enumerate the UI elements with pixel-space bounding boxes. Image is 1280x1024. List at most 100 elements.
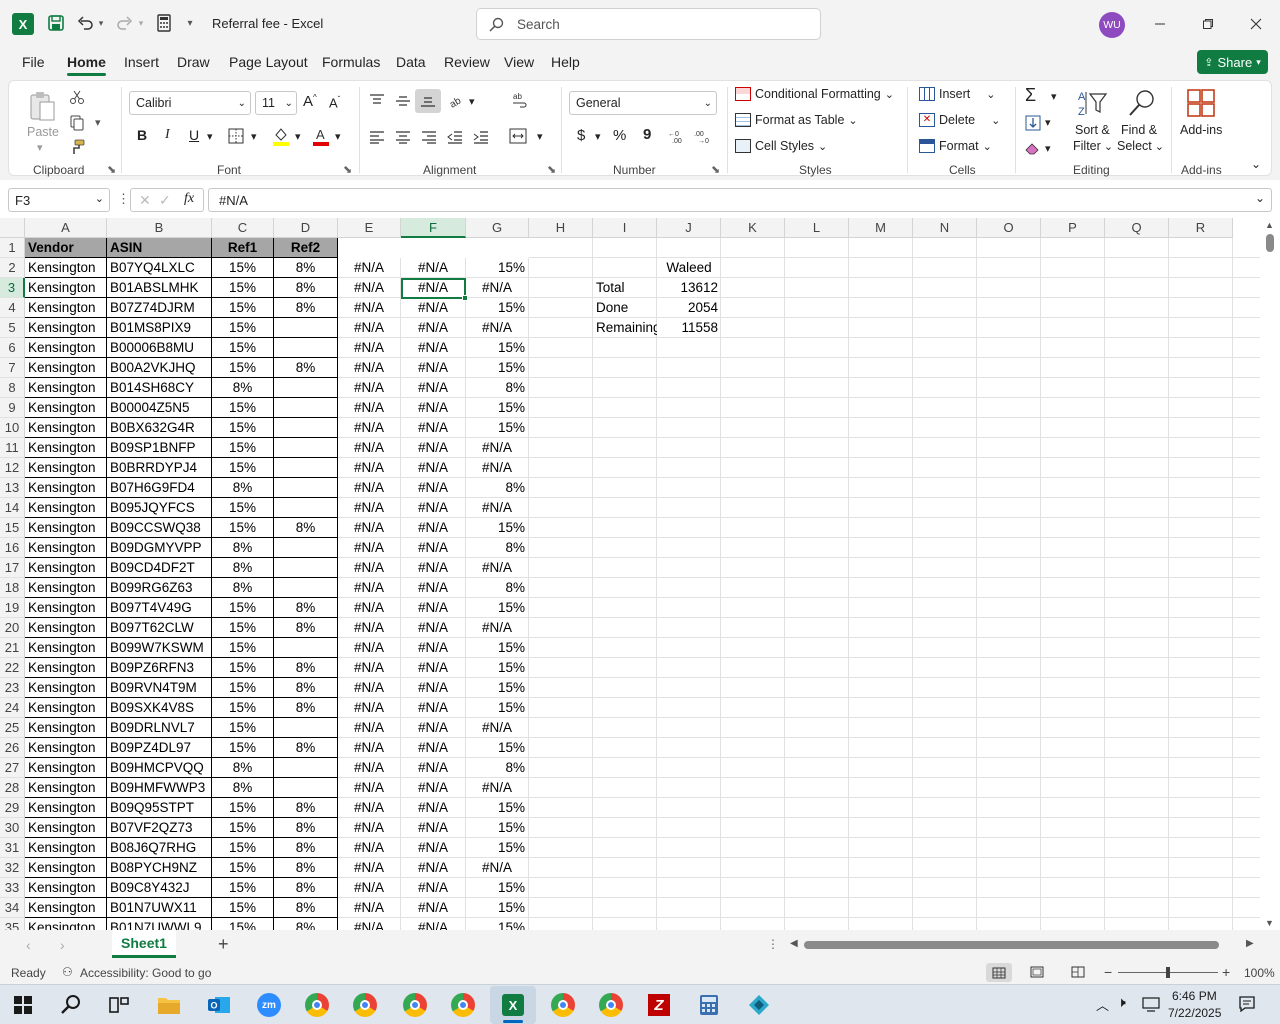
- cell-c[interactable]: 15%: [212, 738, 274, 758]
- cell-d[interactable]: [274, 558, 338, 578]
- cell-d[interactable]: 8%: [274, 838, 338, 858]
- cell-c[interactable]: 15%: [212, 658, 274, 678]
- tab-page-layout[interactable]: Page Layout: [229, 54, 308, 70]
- row-header[interactable]: 14: [0, 498, 25, 518]
- cell-e[interactable]: #N/A: [338, 338, 401, 358]
- next-sheet-icon[interactable]: ›: [60, 937, 65, 953]
- summary-total-label[interactable]: Total: [593, 278, 657, 298]
- name-box[interactable]: F3 ⌄: [8, 188, 110, 212]
- cell-d[interactable]: 8%: [274, 278, 338, 298]
- fill-color-icon[interactable]: [271, 125, 291, 147]
- cell-a[interactable]: Kensington: [25, 298, 107, 318]
- find-select-label-1[interactable]: Find &: [1121, 123, 1157, 137]
- column-header-j[interactable]: J: [657, 218, 721, 238]
- row-header[interactable]: 35: [0, 918, 25, 930]
- cell-a[interactable]: Kensington: [25, 778, 107, 798]
- cell-g[interactable]: #N/A: [466, 278, 529, 298]
- cell-f[interactable]: #N/A: [401, 458, 466, 478]
- align-center-icon[interactable]: [393, 127, 413, 147]
- cell-a[interactable]: Kensington: [25, 898, 107, 918]
- cell-e[interactable]: #N/A: [338, 278, 401, 298]
- cell-a[interactable]: Kensington: [25, 878, 107, 898]
- cell-a[interactable]: Kensington: [25, 498, 107, 518]
- cell-g[interactable]: 15%: [466, 738, 529, 758]
- restore-icon[interactable]: [1190, 12, 1226, 36]
- cell-g[interactable]: 15%: [466, 798, 529, 818]
- merge-dropdown-icon[interactable]: ▾: [537, 130, 543, 143]
- cell-b[interactable]: B0BRRDYPJ4: [107, 458, 212, 478]
- column-header-f[interactable]: F: [401, 218, 466, 238]
- add-ins-icon[interactable]: [1185, 87, 1217, 119]
- worksheet-grid[interactable]: ABCDEFGHIJKLMNOPQR 1 2 3 4 5 6 7 8 9 10 11 12 13 14 15…: [0, 218, 1280, 930]
- cell-d[interactable]: [274, 378, 338, 398]
- cell-d[interactable]: [274, 418, 338, 438]
- summary-remaining-value[interactable]: 11558: [657, 318, 721, 338]
- cell-a[interactable]: Kensington: [25, 758, 107, 778]
- decrease-decimal-icon[interactable]: .00 →0: [693, 125, 715, 147]
- cell-e[interactable]: #N/A: [338, 398, 401, 418]
- cell-a[interactable]: Kensington: [25, 738, 107, 758]
- cell-e[interactable]: #N/A: [338, 658, 401, 678]
- cell-g[interactable]: 15%: [466, 338, 529, 358]
- fill-handle[interactable]: [462, 295, 468, 301]
- cell-f[interactable]: #N/A: [401, 698, 466, 718]
- row-header[interactable]: 9: [0, 398, 25, 418]
- cell-b[interactable]: B09CD4DF2T: [107, 558, 212, 578]
- comma-button[interactable]: 9: [643, 126, 651, 143]
- orientation-icon[interactable]: ab: [447, 91, 467, 111]
- undo-dropdown-icon[interactable]: ▾: [96, 15, 106, 31]
- row-header[interactable]: 19: [0, 598, 25, 618]
- row-header[interactable]: 29: [0, 798, 25, 818]
- cell-f[interactable]: #N/A: [401, 618, 466, 638]
- cell-d[interactable]: 8%: [274, 738, 338, 758]
- cell-b[interactable]: B07VF2QZ73: [107, 818, 212, 838]
- excel-taskbar-icon[interactable]: X: [490, 986, 536, 1024]
- align-bottom-icon[interactable]: [415, 89, 441, 113]
- add-ins-button-label[interactable]: Add-ins: [1180, 123, 1222, 137]
- cell-d[interactable]: 8%: [274, 858, 338, 878]
- cell-d[interactable]: 8%: [274, 618, 338, 638]
- prev-sheet-icon[interactable]: ‹: [26, 937, 31, 953]
- cell-f[interactable]: #N/A: [401, 538, 466, 558]
- cell-d[interactable]: [274, 538, 338, 558]
- sheet-tab-sheet1[interactable]: Sheet1: [112, 930, 176, 958]
- cell-c[interactable]: 15%: [212, 518, 274, 538]
- cell-b[interactable]: B08PYCH9NZ: [107, 858, 212, 878]
- cell-c[interactable]: 8%: [212, 578, 274, 598]
- cell-c[interactable]: 15%: [212, 858, 274, 878]
- column-header-m[interactable]: M: [849, 218, 913, 238]
- cell-d[interactable]: [274, 398, 338, 418]
- column-header-o[interactable]: O: [977, 218, 1041, 238]
- cell-f[interactable]: #N/A: [401, 338, 466, 358]
- cell-b[interactable]: B095JQYFCS: [107, 498, 212, 518]
- clock-time[interactable]: 6:46 PM: [1172, 989, 1217, 1003]
- cell-c[interactable]: 15%: [212, 358, 274, 378]
- cell-b[interactable]: B09Q95STPT: [107, 798, 212, 818]
- cell-c[interactable]: 8%: [212, 378, 274, 398]
- cell-e[interactable]: #N/A: [338, 438, 401, 458]
- cell-c[interactable]: 15%: [212, 458, 274, 478]
- cell-g[interactable]: #N/A: [466, 498, 529, 518]
- scroll-left-icon[interactable]: ◀: [790, 938, 798, 949]
- underline-button[interactable]: U: [189, 127, 199, 143]
- cell-f[interactable]: #N/A: [401, 918, 466, 930]
- cell-b[interactable]: B00A2VKJHQ: [107, 358, 212, 378]
- row-header[interactable]: 20: [0, 618, 25, 638]
- tab-help[interactable]: Help: [551, 54, 580, 70]
- align-left-icon[interactable]: [367, 127, 387, 147]
- cell-b[interactable]: B01ABSLMHK: [107, 278, 212, 298]
- cell-c[interactable]: 15%: [212, 418, 274, 438]
- cell-b[interactable]: B0BX632G4R: [107, 418, 212, 438]
- summary-done-label[interactable]: Done: [593, 298, 657, 318]
- bold-button[interactable]: B: [137, 127, 147, 143]
- tab-home[interactable]: Home: [67, 54, 106, 76]
- cell-g[interactable]: 15%: [466, 298, 529, 318]
- cell-g[interactable]: 8%: [466, 758, 529, 778]
- wrap-text-icon[interactable]: ab: [509, 89, 531, 111]
- row-header[interactable]: 6: [0, 338, 25, 358]
- cell-d[interactable]: 8%: [274, 898, 338, 918]
- cell-a[interactable]: Kensington: [25, 478, 107, 498]
- app-diamond-icon[interactable]: [740, 989, 778, 1021]
- cell-g[interactable]: 15%: [466, 518, 529, 538]
- cell-c[interactable]: 15%: [212, 698, 274, 718]
